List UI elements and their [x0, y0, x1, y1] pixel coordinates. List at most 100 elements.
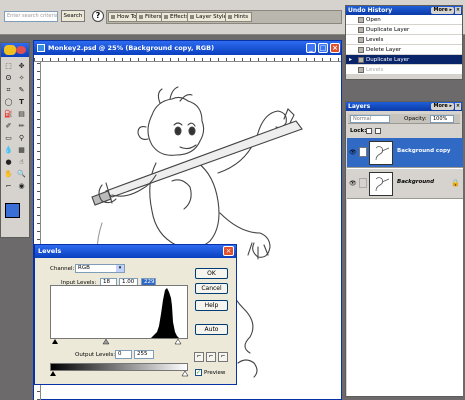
history-item[interactable]: Levels: [346, 35, 462, 45]
layer-name: Background copy: [397, 148, 451, 154]
blur-tool-icon[interactable]: 💧: [3, 145, 14, 155]
output-gradient-bar: [50, 363, 188, 371]
shape-tool-icon[interactable]: ◯: [3, 97, 14, 107]
layer-list: 👁 Background copy 👁 Background 🔒: [347, 138, 463, 396]
close-icon[interactable]: ×: [455, 7, 461, 14]
histogram-plot: [51, 288, 179, 338]
tab-hints[interactable]: Hints: [225, 12, 253, 22]
opacity-field[interactable]: 100%: [430, 115, 454, 123]
input-black-slider[interactable]: [52, 339, 58, 344]
channel-value: RGB: [78, 265, 90, 271]
red-eye-tool-icon[interactable]: ◉: [16, 181, 27, 191]
history-item[interactable]: Open: [346, 15, 462, 25]
eye-logo-icon: [16, 46, 26, 54]
brush-icon: [359, 178, 367, 188]
layer-row-background[interactable]: 👁 Background 🔒: [347, 169, 463, 199]
document-icon: [37, 44, 45, 52]
clone-stamp-tool-icon[interactable]: ⚲: [16, 133, 27, 143]
histogram: [50, 285, 188, 339]
blend-mode-select[interactable]: Normal: [350, 115, 390, 123]
layers-title-bar: Layers More ▸ ×: [346, 102, 462, 111]
history-item[interactable]: Duplicate Layer: [346, 25, 462, 35]
opacity-label: Opacity:: [404, 116, 427, 122]
lock-label: Lock:: [350, 128, 367, 134]
search-button[interactable]: Search: [61, 10, 85, 22]
selection-brush-tool-icon[interactable]: ✎: [16, 85, 27, 95]
input-sliders[interactable]: [49, 339, 191, 345]
sponge-tool-icon[interactable]: ▦: [16, 145, 27, 155]
white-eyedropper-icon[interactable]: ⌐: [218, 352, 228, 362]
minimize-icon[interactable]: _: [306, 43, 316, 53]
eraser-tool-icon[interactable]: ▭: [3, 133, 14, 143]
channel-label: Channel:: [50, 266, 75, 272]
pencil-tool-icon[interactable]: ✏: [16, 121, 27, 131]
undo-history-title-bar: Undo History More ▸ ×: [346, 6, 462, 15]
document-title-bar[interactable]: Monkey2.psd @ 25% (Background copy, RGB)…: [34, 41, 341, 55]
preview-checkbox[interactable]: ✓: [195, 369, 202, 376]
gradient-tool-icon[interactable]: ▤: [16, 109, 27, 119]
output-black-field[interactable]: 0: [115, 350, 132, 359]
levels-dialog: Levels × Channel: RGB ▾ Input Levels: 18…: [34, 244, 237, 385]
paint-bucket-tool-icon[interactable]: ⛽: [3, 109, 14, 119]
close-icon[interactable]: ×: [223, 246, 234, 256]
close-icon[interactable]: ×: [330, 43, 340, 53]
brush-icon: [359, 147, 367, 157]
search-input[interactable]: Enter search criteria: [4, 11, 58, 22]
history-step-icon: [358, 37, 364, 43]
output-black-slider[interactable]: [50, 371, 56, 376]
help-icon[interactable]: ?: [92, 10, 104, 22]
layer-thumbnail: [369, 141, 393, 165]
gray-eyedropper-icon[interactable]: ⌐: [206, 352, 216, 362]
levels-title: Levels: [38, 247, 62, 255]
magic-wand-tool-icon[interactable]: ✧: [16, 73, 27, 83]
layers-palette: Layers More ▸ × Normal Opacity: 100% Loc…: [345, 101, 463, 397]
lock-row: Lock:: [348, 126, 460, 136]
channel-select[interactable]: RGB ▾: [75, 264, 125, 273]
output-levels-label: Output Levels:: [75, 352, 116, 358]
auto-button[interactable]: Auto: [195, 324, 228, 335]
undo-history-title: Undo History: [348, 7, 393, 14]
crop-tool-icon[interactable]: ⌗: [3, 85, 14, 95]
lock-transparency-icon[interactable]: [366, 128, 372, 134]
type-tool-icon[interactable]: T: [16, 97, 27, 107]
output-sliders[interactable]: [49, 371, 191, 377]
zoom-tool-icon[interactable]: 🔍: [16, 169, 27, 179]
preview-label: Preview: [204, 370, 226, 376]
cancel-button[interactable]: Cancel: [195, 283, 228, 294]
history-item[interactable]: ▸ Duplicate Layer: [346, 55, 462, 65]
layer-row-background-copy[interactable]: 👁 Background copy: [347, 138, 463, 168]
chevron-down-icon[interactable]: ▾: [116, 265, 124, 272]
output-white-slider[interactable]: [181, 371, 189, 377]
ok-button[interactable]: OK: [195, 268, 228, 279]
app-logo-icon: [4, 45, 16, 55]
eye-icon[interactable]: 👁: [349, 180, 357, 187]
input-white-slider[interactable]: [174, 339, 182, 345]
smudge-tool-icon[interactable]: ☝: [16, 157, 27, 167]
foreground-color-swatch[interactable]: [5, 203, 20, 218]
hand-tool-icon[interactable]: ✋: [3, 169, 14, 179]
eye-icon[interactable]: 👁: [349, 149, 357, 156]
brush-tool-icon[interactable]: ✐: [3, 121, 14, 131]
help-button[interactable]: Help: [195, 300, 228, 311]
close-icon[interactable]: ×: [455, 103, 461, 110]
lock-icon: 🔒: [451, 179, 460, 187]
undo-history-list: Open Duplicate Layer Levels Delete Layer ▸ Du…: [346, 15, 462, 75]
history-step-icon: [358, 47, 364, 53]
move-tool-icon[interactable]: ✥: [16, 61, 27, 71]
lock-all-icon[interactable]: [375, 128, 381, 134]
layers-more-button[interactable]: More ▸: [431, 103, 454, 110]
undo-history-more-button[interactable]: More ▸: [431, 7, 454, 14]
levels-title-bar[interactable]: Levels: [35, 245, 236, 258]
undo-history-palette: Undo History More ▸ × Open Duplicate Laye…: [345, 5, 463, 80]
eyedropper-tool-icon[interactable]: ⌐: [3, 181, 14, 191]
black-eyedropper-icon[interactable]: ⌐: [194, 352, 204, 362]
history-item[interactable]: Delete Layer: [346, 45, 462, 55]
maximize-icon[interactable]: □: [318, 43, 328, 53]
input-gamma-slider[interactable]: [102, 339, 110, 345]
horizontal-ruler: [34, 55, 341, 62]
dodge-tool-icon[interactable]: ●: [3, 157, 14, 167]
lasso-tool-icon[interactable]: ʘ: [3, 73, 14, 83]
history-item[interactable]: Levels: [346, 65, 462, 75]
output-white-field[interactable]: 255: [134, 350, 154, 359]
marquee-tool-icon[interactable]: ⬚: [3, 61, 14, 71]
